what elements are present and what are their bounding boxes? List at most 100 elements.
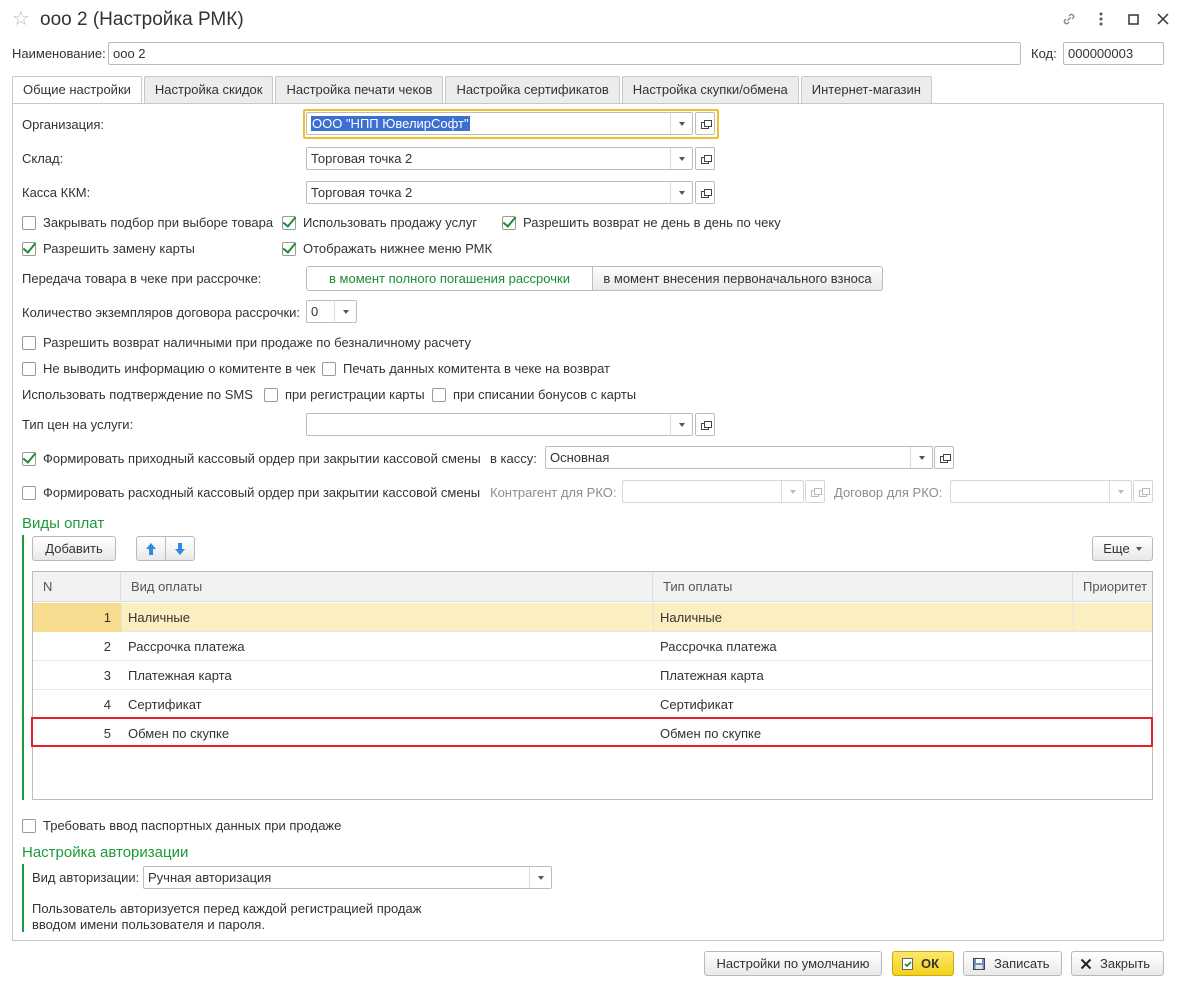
checkbox-label: Разрешить возврат не день в день по чеку — [523, 215, 781, 230]
checkbox-box[interactable] — [22, 486, 36, 500]
checkbox-box[interactable] — [432, 388, 446, 402]
allow-return-checkbox[interactable]: Разрешить возврат не день в день по чеку — [502, 215, 781, 231]
link-icon[interactable] — [1058, 8, 1080, 30]
tab-buyback-exchange[interactable]: Настройка скупки/обмена — [621, 76, 799, 103]
checkbox-box[interactable] — [282, 216, 296, 230]
tab-certificates[interactable]: Настройка сертификатов — [445, 76, 620, 103]
organization-field[interactable]: ООО "НПП ЮвелирСофт" — [306, 112, 693, 135]
table-row[interactable]: 4 Сертификат Сертификат — [33, 690, 1152, 719]
service-price-type-dropdown-icon[interactable] — [670, 414, 692, 435]
table-header: N Вид оплаты Тип оплаты Приоритет — [33, 572, 1152, 602]
window-title: ооо 2 (Настройка РМК) — [40, 9, 244, 30]
cash-return-checkbox[interactable]: Разрешить возврат наличными при продаже … — [22, 335, 471, 351]
add-payment-button[interactable]: Добавить — [32, 536, 116, 561]
close-button[interactable]: Закрыть — [1071, 951, 1164, 976]
checkbox-box[interactable] — [322, 362, 336, 376]
warehouse-open-icon[interactable] — [695, 147, 715, 170]
move-up-button[interactable] — [136, 536, 166, 561]
payment-types-section-bar — [22, 535, 24, 800]
payment-types-section-title: Виды оплат — [22, 515, 105, 532]
tab-online-store[interactable]: Интернет-магазин — [800, 76, 932, 103]
allow-card-replace-checkbox[interactable]: Разрешить замену карты — [22, 241, 195, 257]
table-row[interactable]: 2 Рассрочка платежа Рассрочка платежа — [33, 632, 1152, 661]
favorite-star-icon[interactable]: ☆ — [12, 8, 30, 30]
cell-payment-type: Платежная карта — [660, 668, 764, 683]
tab-general[interactable]: Общие настройки — [12, 76, 142, 104]
require-passport-checkbox[interactable]: Требовать ввод паспортных данных при про… — [22, 818, 341, 834]
checkbox-box[interactable] — [22, 336, 36, 350]
auth-kind-dropdown-icon[interactable] — [529, 867, 551, 888]
maximize-icon[interactable] — [1122, 8, 1144, 30]
warehouse-dropdown-icon[interactable] — [670, 148, 692, 169]
tab-receipt-printing[interactable]: Настройка печати чеков — [275, 76, 444, 103]
transfer-option-full-payment[interactable]: в момент полного погашения рассрочки — [306, 266, 593, 291]
to-cashbox-label: в кассу: — [490, 451, 537, 466]
checkbox-box[interactable] — [502, 216, 516, 230]
arrow-up-icon — [146, 542, 156, 555]
organization-selected-text: ООО "НПП ЮвелирСофт" — [311, 116, 470, 131]
sms-bonus-writeoff-checkbox[interactable]: при списании бонусов с карты — [432, 387, 636, 403]
transfer-option-first-payment[interactable]: в момент внесения первоначального взноса — [593, 266, 883, 291]
kkm-dropdown-icon[interactable] — [670, 182, 692, 203]
checkbox-box[interactable] — [22, 452, 36, 466]
auth-description-line2: вводом имени пользователя и пароля. — [32, 917, 265, 932]
warehouse-field[interactable]: Торговая точка 2 — [306, 147, 693, 170]
name-field[interactable]: ооо 2 — [108, 42, 1021, 65]
checkbox-label: Требовать ввод паспортных данных при про… — [43, 818, 342, 833]
highlight-frame — [31, 717, 1153, 747]
column-header-priority[interactable]: Приоритет — [1073, 572, 1153, 602]
name-label: Наименование: — [12, 46, 106, 61]
service-price-type-open-icon[interactable] — [695, 413, 715, 436]
more-menu-icon[interactable] — [1090, 8, 1112, 30]
tab-discounts[interactable]: Настройка скидок — [143, 76, 274, 103]
arrow-down-icon — [175, 542, 185, 555]
ok-button[interactable]: ОК — [892, 951, 954, 976]
cashbox-open-icon[interactable] — [934, 446, 954, 469]
no-committent-info-checkbox[interactable]: Не выводить информацию о комитенте в чек — [22, 361, 315, 377]
more-button-label: Еще — [1103, 541, 1130, 556]
checkbox-label: при регистрации карты — [285, 387, 425, 402]
service-price-type-field[interactable] — [306, 413, 693, 436]
checkbox-box[interactable] — [282, 242, 296, 256]
code-field[interactable]: 000000003 — [1063, 42, 1164, 65]
checkbox-box[interactable] — [264, 388, 278, 402]
expense-order-checkbox[interactable]: Формировать расходный кассовый ордер при… — [22, 485, 480, 501]
cashbox-dropdown-icon[interactable] — [910, 447, 932, 468]
organization-dropdown-icon[interactable] — [670, 113, 692, 134]
checkbox-box[interactable] — [22, 216, 36, 230]
kkm-open-icon[interactable] — [695, 181, 715, 204]
contract-copies-field[interactable]: 0 — [306, 300, 357, 323]
contract-copies-dropdown-icon[interactable] — [334, 301, 356, 322]
use-services-checkbox[interactable]: Использовать продажу услуг — [282, 215, 477, 231]
cell-payment-type: Сертификат — [660, 697, 734, 712]
cell-payment-kind: Платежная карта — [128, 668, 232, 683]
table-row[interactable]: 1 Наличные Наличные — [33, 603, 1152, 632]
checkbox-box[interactable] — [22, 819, 36, 833]
kkm-field[interactable]: Торговая точка 2 — [306, 181, 693, 204]
default-settings-button[interactable]: Настройки по умолчанию — [704, 951, 882, 976]
sms-card-registration-checkbox[interactable]: при регистрации карты — [264, 387, 425, 403]
move-down-button[interactable] — [165, 536, 195, 561]
cashbox-field[interactable]: Основная — [545, 446, 933, 469]
checkbox-label: Закрывать подбор при выборе товара — [43, 215, 274, 230]
checkbox-box[interactable] — [22, 362, 36, 376]
organization-open-icon[interactable] — [695, 112, 715, 135]
column-header-payment-kind[interactable]: Вид оплаты — [121, 572, 653, 602]
cell-payment-kind: Рассрочка платежа — [128, 639, 245, 654]
auth-kind-field[interactable]: Ручная авторизация — [143, 866, 552, 889]
checkbox-box[interactable] — [22, 242, 36, 256]
print-committent-checkbox[interactable]: Печать данных комитента в чеке на возвра… — [322, 361, 610, 377]
close-selection-checkbox[interactable]: Закрывать подбор при выборе товара — [22, 215, 273, 231]
rko-contractor-field — [622, 480, 804, 503]
column-header-payment-type[interactable]: Тип оплаты — [653, 572, 1073, 602]
payment-types-table: N Вид оплаты Тип оплаты Приоритет 1 Нали… — [32, 571, 1153, 800]
show-bottom-menu-checkbox[interactable]: Отображать нижнее меню РМК — [282, 241, 492, 257]
close-window-icon[interactable] — [1152, 8, 1174, 30]
more-button[interactable]: Еще — [1092, 536, 1153, 561]
checkbox-label: Разрешить замену карты — [43, 241, 195, 256]
save-button[interactable]: Записать — [963, 951, 1062, 976]
cell-payment-kind: Наличные — [128, 610, 190, 625]
column-header-n[interactable]: N — [33, 572, 121, 602]
income-order-checkbox[interactable]: Формировать приходный кассовый ордер при… — [22, 451, 481, 467]
table-row[interactable]: 3 Платежная карта Платежная карта — [33, 661, 1152, 690]
